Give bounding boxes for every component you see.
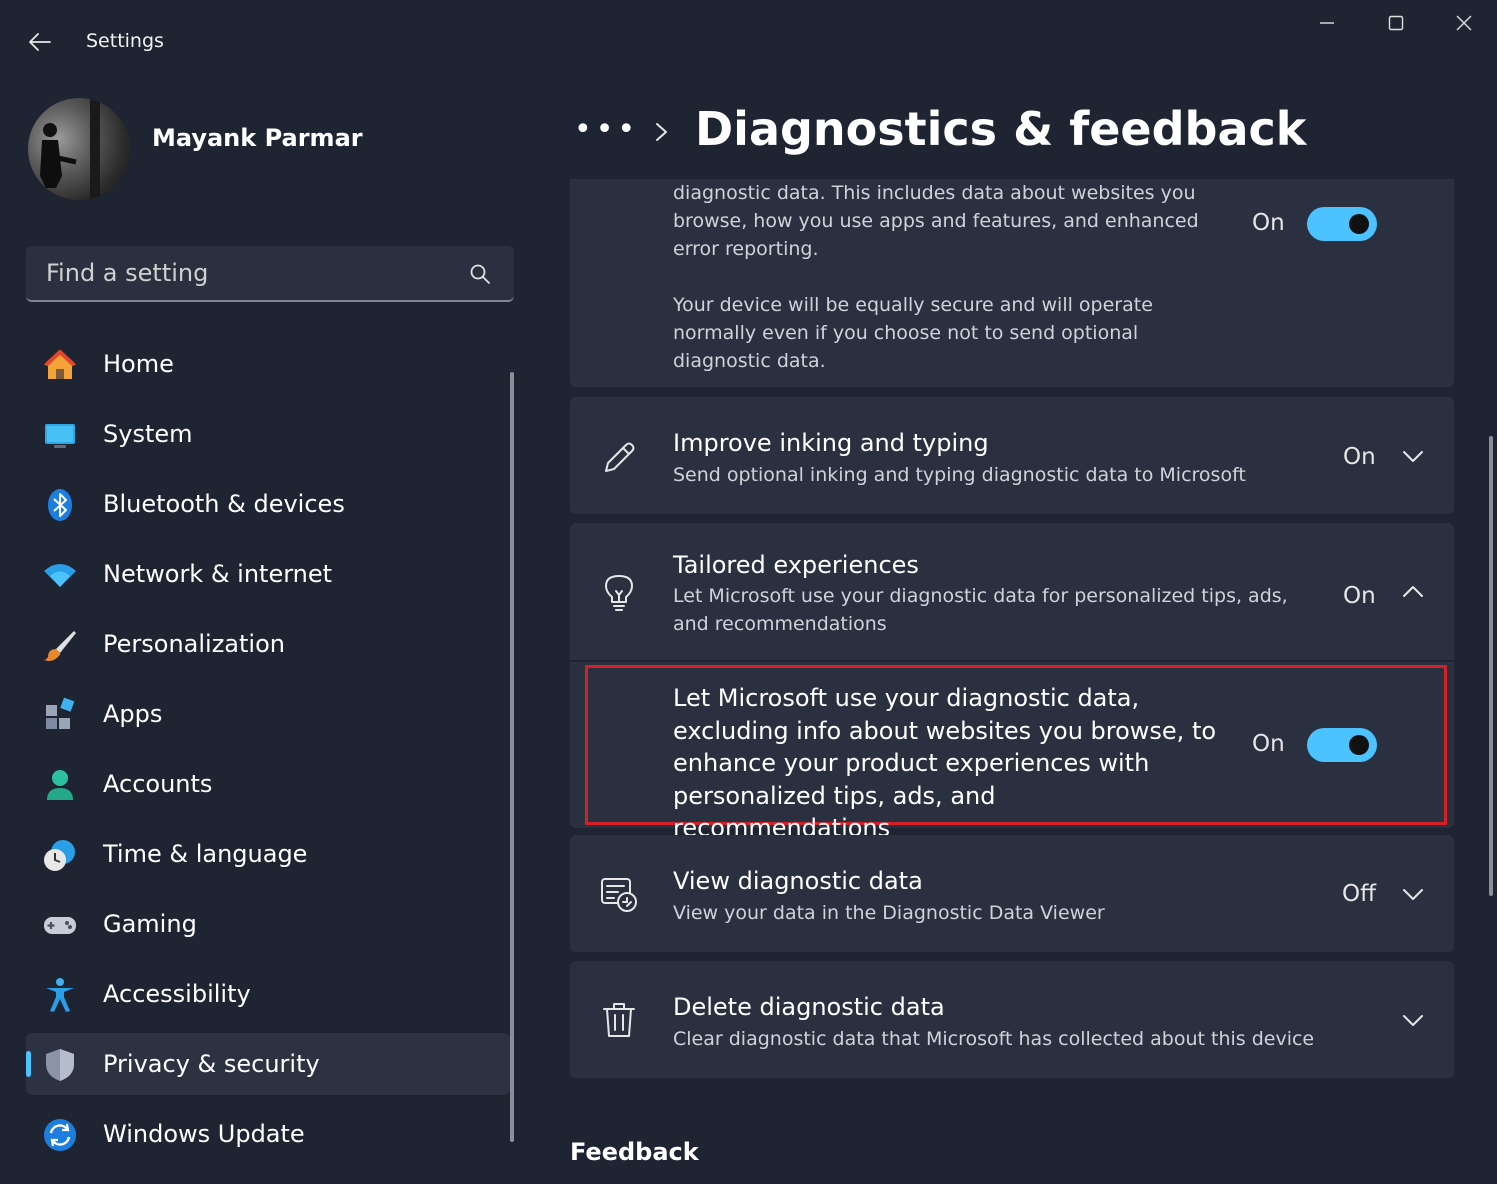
sidebar-item-gaming[interactable]: Gaming [26,893,510,955]
sidebar-item-label: Windows Update [103,1120,305,1148]
search-box[interactable] [26,246,514,302]
gamepad-icon [44,917,76,934]
user-name: Mayank Parmar [152,124,363,152]
minimize-icon [1320,22,1334,24]
sidebar-item-network-internet[interactable]: Network & internet [26,543,510,605]
bluetooth-icon [48,489,72,521]
wifi-icon [44,564,76,587]
optional-diagnostic-status: On [1252,210,1285,236]
sidebar-item-accessibility[interactable]: Accessibility [26,963,510,1025]
breadcrumb-overflow-button[interactable]: ••• [574,112,639,147]
shield-icon [46,1049,74,1081]
search-input[interactable] [26,246,456,300]
sidebar-item-label: Privacy & security [103,1050,320,1078]
lightbulb-icon [605,575,633,611]
sidebar-item-label: Bluetooth & devices [103,490,345,518]
chevron-up-icon[interactable] [1400,579,1426,605]
search-icon[interactable] [468,262,492,286]
back-arrow-icon [29,33,51,51]
avatar[interactable] [28,98,130,200]
sidebar-item-label: Accounts [103,770,213,798]
data-viewer-icon [601,878,637,912]
view-diagnostic-status: Off [1342,881,1376,907]
optional-diagnostic-description: diagnostic data. This includes data abou… [673,182,1199,260]
tailored-experiences-status: On [1343,583,1376,609]
inking-typing-subtitle: Send optional inking and typing diagnost… [673,464,1246,486]
close-icon [1456,15,1472,31]
system-icon [45,424,75,448]
apps-icon [46,697,75,729]
inking-typing-status: On [1343,444,1376,470]
brush-icon [44,631,76,661]
person-icon [47,770,73,800]
tailored-option-status: On [1252,731,1285,757]
view-diagnostic-subtitle: View your data in the Diagnostic Data Vi… [673,902,1105,924]
sidebar-item-home[interactable]: Home [26,333,510,395]
title-bar: Settings [0,0,1497,84]
tailored-option-toggle[interactable] [1307,728,1377,762]
sidebar-item-apps[interactable]: Apps [26,683,510,745]
sidebar-item-label: Time & language [103,840,308,868]
sidebar-item-personalization[interactable]: Personalization [26,613,510,675]
tailored-experiences-subtitle: Let Microsoft use your diagnostic data f… [673,585,1288,635]
sidebar-scrollbar[interactable] [510,372,514,1142]
sidebar-item-label: Apps [103,700,163,728]
accessibility-icon [46,978,74,1012]
avatar-photo-icon [40,98,100,200]
trash-icon [603,1003,635,1037]
chevron-down-icon[interactable] [1400,881,1426,907]
sidebar-item-time-language[interactable]: Time & language [26,823,510,885]
pen-icon [605,442,635,472]
maximize-button[interactable] [1368,6,1424,40]
chevron-down-icon[interactable] [1400,1007,1426,1033]
tailored-experiences-card[interactable]: Tailored experiences Let Microsoft use y… [570,523,1454,660]
delete-diagnostic-subtitle: Clear diagnostic data that Microsoft has… [673,1028,1315,1050]
close-button[interactable] [1436,6,1492,40]
home-icon [44,350,76,379]
inking-typing-card[interactable]: Improve inking and typing Send optional … [570,397,1454,514]
optional-diagnostic-toggle[interactable] [1307,207,1377,241]
feedback-section-title: Feedback [570,1138,699,1166]
sidebar-nav: Home System Bluetooth & devices Network … [26,333,510,1173]
view-diagnostic-title: View diagnostic data [673,867,923,895]
sidebar-item-label: Network & internet [103,560,333,588]
optional-diagnostic-card: diagnostic data. This includes data abou… [570,179,1454,387]
sidebar-item-accounts[interactable]: Accounts [26,753,510,815]
sidebar-item-label: Home [103,350,174,378]
chevron-right-icon [656,123,667,141]
inking-typing-title: Improve inking and typing [673,429,989,457]
tailored-option-text: Let Microsoft use your diagnostic data, … [673,684,1217,842]
optional-diagnostic-note: Your device will be equally secure and w… [673,294,1153,372]
tailored-experiences-title: Tailored experiences [673,551,919,579]
back-button[interactable] [22,24,58,60]
minimize-button[interactable] [1299,6,1355,40]
chevron-down-icon[interactable] [1400,443,1426,469]
sync-icon [44,1119,76,1151]
sidebar-item-label: Personalization [103,630,285,658]
sidebar-item-label: Accessibility [103,980,251,1008]
delete-diagnostic-card[interactable]: Delete diagnostic data Clear diagnostic … [570,961,1454,1078]
page-title: Diagnostics & feedback [695,102,1307,156]
sidebar-item-label: Gaming [103,910,197,938]
app-title: Settings [86,30,164,52]
clock-globe-icon [44,840,75,871]
sidebar-item-bluetooth-devices[interactable]: Bluetooth & devices [26,473,510,535]
sidebar-item-privacy-security[interactable]: Privacy & security [26,1033,510,1095]
content-scrollbar[interactable] [1489,436,1493,896]
maximize-icon [1388,15,1404,31]
view-diagnostic-card[interactable]: View diagnostic data View your data in t… [570,835,1454,952]
delete-diagnostic-title: Delete diagnostic data [673,993,945,1021]
sidebar-item-label: System [103,420,193,448]
sidebar-item-windows-update[interactable]: Windows Update [26,1103,510,1165]
sidebar-item-system[interactable]: System [26,403,510,465]
